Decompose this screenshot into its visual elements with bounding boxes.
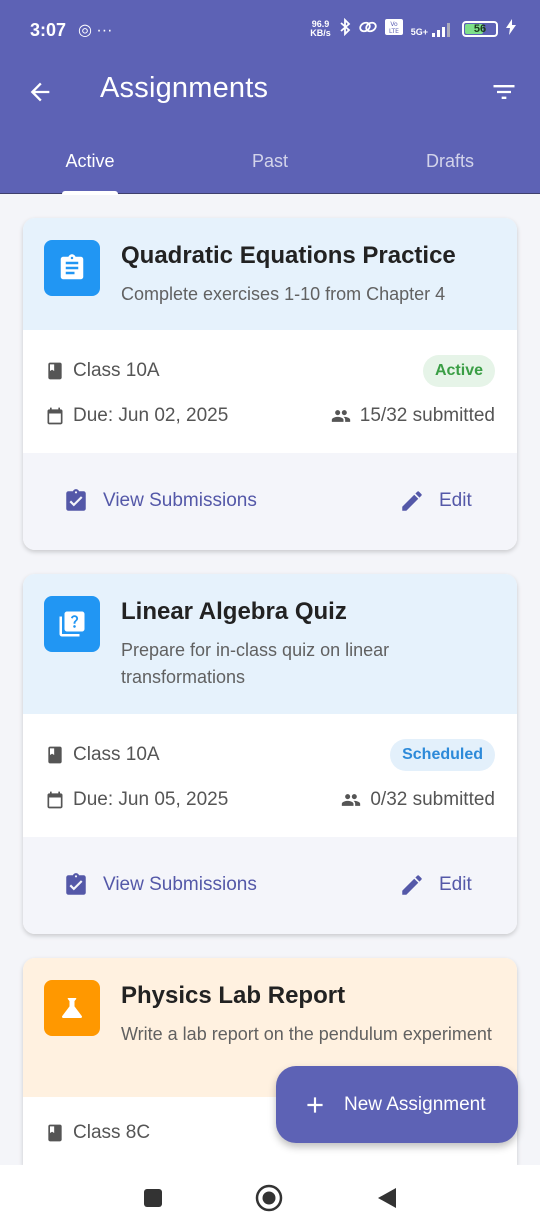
class-row: Class 10A Scheduled [45, 739, 495, 771]
book-icon [48, 746, 62, 764]
due-row: Due: Jun 05, 2025 0/32 submitted [45, 789, 495, 811]
system-nav-bar [0, 1165, 540, 1230]
charging-icon [506, 19, 516, 38]
triangle-back-icon [378, 1188, 396, 1208]
class-label: Class 10A [73, 360, 160, 381]
edit-button[interactable]: Edit [399, 488, 472, 514]
card-details: Class 10A Scheduled Due: Jun 05, 2025 0/… [23, 714, 517, 837]
due-row: Due: Jun 02, 2025 15/32 submitted [45, 405, 495, 427]
back-button[interactable] [22, 74, 58, 110]
card-description: Write a lab report on the pendulum exper… [121, 1024, 492, 1044]
new-assignment-button[interactable]: New Assignment [276, 1066, 518, 1143]
class-row: Class 10A Active [45, 355, 495, 387]
status-badge: Scheduled [390, 739, 495, 771]
clipboard-icon [44, 240, 100, 296]
card-title: Physics Lab Report [121, 982, 346, 1009]
svg-text:LTE: LTE [389, 28, 399, 35]
home-button[interactable] [254, 1183, 284, 1213]
card-header: Linear Algebra Quiz Prepare for in-class… [23, 574, 517, 714]
plus-icon [307, 1096, 323, 1113]
card-description: Complete exercises 1-10 from Chapter 4 [121, 284, 446, 304]
status-right-cluster: 96.9 KB/s Vo LTE 5G+ 56 [310, 17, 516, 39]
svg-text:Vo: Vo [390, 21, 398, 28]
tab-drafts[interactable]: Drafts [360, 132, 540, 194]
status-time: 3:07 [30, 20, 67, 40]
card-actions: View Submissions Edit [23, 837, 517, 934]
view-submissions-button[interactable]: View Submissions [63, 488, 257, 514]
battery-icon: 56 [462, 20, 498, 37]
pencil-icon [402, 875, 422, 895]
class-label: Class 10A [73, 744, 160, 765]
card-description: Prepare for in-class quiz on linear tran… [121, 640, 390, 687]
submission-count: 0/32 submitted [370, 789, 495, 810]
flask-icon [44, 980, 100, 1036]
recent-apps-button[interactable] [138, 1183, 168, 1213]
pencil-icon [402, 491, 422, 511]
link-icon [359, 20, 377, 37]
people-icon [331, 410, 350, 422]
assignment-check-icon [66, 489, 86, 511]
filter-button[interactable] [486, 74, 522, 110]
view-submissions-button[interactable]: View Submissions [63, 872, 257, 898]
app-bar: Assignments Active Past Drafts [0, 62, 540, 195]
assignment-card[interactable]: Linear Algebra Quiz Prepare for in-class… [23, 574, 517, 934]
network-speed: 96.9 KB/s [310, 18, 331, 38]
submission-count: 15/32 submitted [359, 405, 495, 426]
fab-label: New Assignment [344, 1093, 486, 1115]
card-title: Quadratic Equations Practice [121, 242, 456, 269]
home-circle-icon [255, 1184, 283, 1212]
network-type: 5G+ [410, 26, 428, 37]
card-header: Quadratic Equations Practice Complete ex… [23, 218, 517, 330]
tab-bar: Active Past Drafts [0, 132, 540, 195]
quiz-icon [44, 596, 100, 652]
assignment-card[interactable]: Quadratic Equations Practice Complete ex… [23, 218, 517, 550]
card-actions: View Submissions Edit [23, 453, 517, 550]
assignment-check-icon [66, 873, 86, 895]
bluetooth-icon [339, 17, 351, 39]
class-label: Class 8C [73, 1122, 151, 1143]
status-badge: Active [422, 355, 495, 387]
edit-button[interactable]: Edit [399, 872, 472, 898]
due-date: Due: Jun 02, 2025 [73, 405, 229, 426]
arrow-back-icon [30, 82, 50, 102]
signal-icon: 5G+ [411, 21, 454, 37]
due-date: Due: Jun 05, 2025 [73, 789, 229, 810]
card-title: Linear Algebra Quiz [121, 598, 347, 625]
tab-past[interactable]: Past [180, 132, 360, 194]
back-nav-button[interactable] [372, 1183, 402, 1213]
notification-icons: ◎ ··· [78, 22, 113, 39]
tab-active[interactable]: Active [0, 132, 180, 195]
book-icon [48, 1124, 62, 1142]
people-icon [342, 794, 361, 806]
page-title: Assignments [100, 72, 269, 104]
card-details: Class 10A Active Due: Jun 02, 2025 15/32… [23, 330, 517, 453]
book-icon [48, 362, 62, 380]
volte-icon: Vo LTE [384, 19, 403, 38]
status-bar: 3:07 ◎ ··· 96.9 KB/s Vo LTE 5G+ 56 [0, 0, 540, 62]
calendar-icon [47, 791, 63, 809]
filter-icon [493, 85, 515, 99]
square-icon [144, 1189, 162, 1207]
calendar-icon [47, 407, 63, 425]
